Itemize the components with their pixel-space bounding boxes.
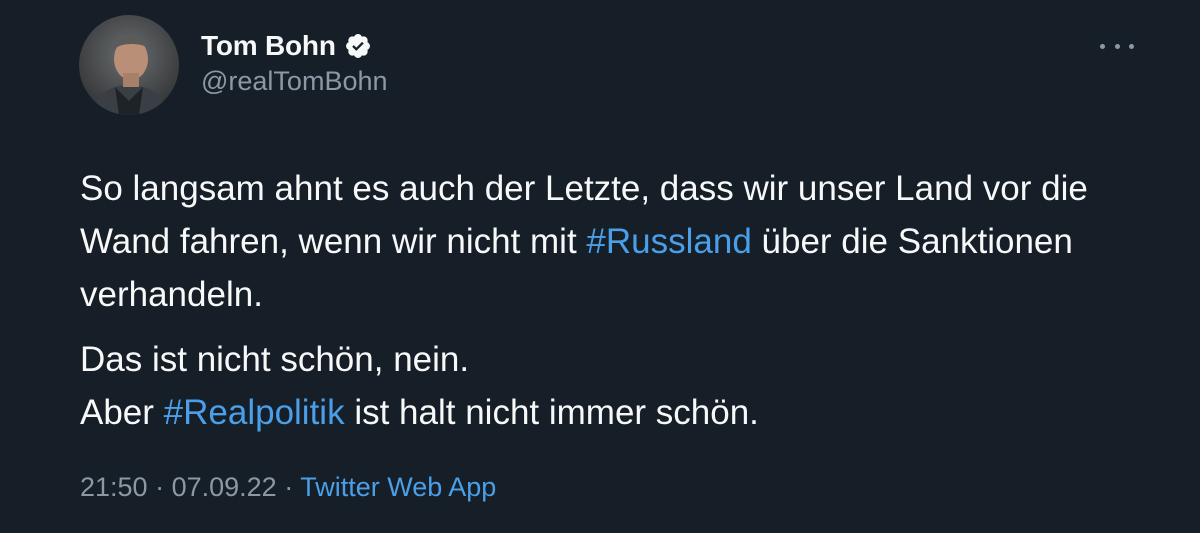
tweet-meta: 21:50 · 07.09.22 · Twitter Web App xyxy=(80,472,496,503)
dot xyxy=(1129,43,1134,49)
avatar[interactable] xyxy=(79,15,179,115)
dot xyxy=(1114,43,1120,49)
tweet-paragraph: Das ist nicht schön, nein. Aber #Realpoli… xyxy=(80,333,1160,439)
text-segment: Das ist nicht schön, nein. xyxy=(80,340,470,379)
timestamp-time[interactable]: 21:50 xyxy=(80,472,148,502)
timestamp-date[interactable]: 07.09.22 xyxy=(172,472,277,502)
dot xyxy=(1100,43,1105,49)
handle[interactable]: @realTomBohn xyxy=(201,66,388,97)
hashtag-link[interactable]: #Realpolitik xyxy=(164,393,345,432)
source-link[interactable]: Twitter Web App xyxy=(300,472,496,502)
more-options-icon[interactable] xyxy=(1100,36,1134,56)
profile-photo-icon xyxy=(79,15,179,115)
author-block: Tom Bohn @realTomBohn xyxy=(201,28,388,97)
text-segment: ist halt nicht immer schön. xyxy=(344,393,759,432)
meta-separator: · xyxy=(147,472,172,502)
hashtag-link[interactable]: #Russland xyxy=(586,222,751,261)
tweet-card: Tom Bohn @realTomBohn So langsam ahnt es… xyxy=(0,0,1200,533)
name-row: Tom Bohn xyxy=(201,28,388,64)
tweet-text: So langsam ahnt es auch der Letzte, dass… xyxy=(80,162,1160,439)
tweet-paragraph: So langsam ahnt es auch der Letzte, dass… xyxy=(80,162,1160,321)
verified-badge-icon xyxy=(344,32,372,60)
text-segment: Aber xyxy=(80,393,164,432)
meta-separator: · xyxy=(276,472,301,502)
display-name[interactable]: Tom Bohn xyxy=(201,30,336,62)
